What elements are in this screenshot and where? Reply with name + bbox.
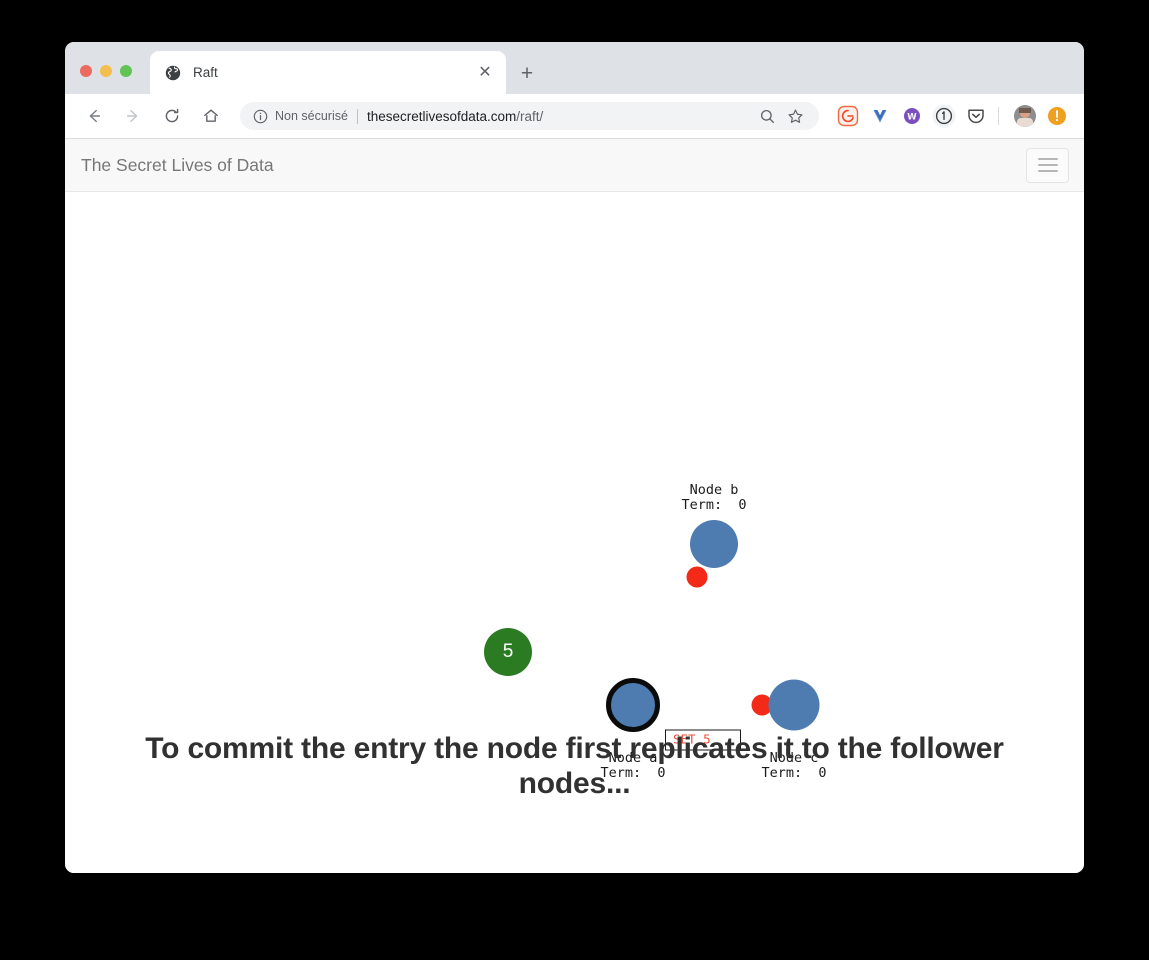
forward-arrow-icon: [118, 101, 148, 131]
browser-tab-raft[interactable]: Raft ✕: [150, 51, 506, 94]
node-b-circle[interactable]: [690, 520, 738, 568]
window-traffic-lights: [80, 65, 132, 77]
update-alert-icon[interactable]: [1044, 103, 1070, 129]
grammarly-extension-icon[interactable]: [835, 103, 861, 129]
node-b-term: Term: 0: [681, 496, 747, 513]
pocket-extension-icon[interactable]: [963, 103, 989, 129]
svg-text:W: W: [907, 113, 917, 123]
client-request-token: 5: [484, 628, 532, 676]
hamburger-bar: [1037, 170, 1058, 172]
page-content: Node b Term: 0 Node a Term: 0 Node c Term: …: [65, 192, 1084, 873]
tab-strip: Raft ✕ +: [65, 42, 1084, 94]
home-icon[interactable]: [196, 101, 226, 131]
star-icon[interactable]: [783, 104, 807, 128]
url-path: /raft/: [516, 108, 544, 124]
url-host: thesecretlivesofdata.com: [366, 108, 517, 124]
back-arrow-icon[interactable]: [79, 101, 109, 131]
node-c-circle[interactable]: [768, 679, 820, 731]
maximize-window-button[interactable]: [120, 65, 132, 77]
new-tab-button[interactable]: +: [514, 60, 540, 86]
navbar-toggle-button[interactable]: [1026, 147, 1069, 183]
site-navbar: The Secret Lives of Data: [65, 139, 1084, 192]
hamburger-bar: [1037, 158, 1058, 160]
browser-window: Raft ✕ + Non sécurisé thesecretlivesofda…: [65, 42, 1084, 873]
wp-extension-icon[interactable]: W: [899, 103, 925, 129]
search-zoom-icon[interactable]: [755, 104, 779, 128]
info-circle-icon[interactable]: [252, 109, 268, 124]
minimize-window-button[interactable]: [100, 65, 112, 77]
close-tab-button[interactable]: ✕: [474, 62, 496, 84]
url-text: thesecretlivesofdata.com/raft/: [367, 109, 751, 124]
omnibox-divider: [356, 108, 358, 124]
site-brand-link[interactable]: The Secret Lives of Data: [81, 155, 274, 176]
tab-title: Raft: [193, 65, 218, 80]
toolbar-divider: [998, 107, 999, 125]
yandex-extension-icon[interactable]: [867, 103, 893, 129]
close-window-button[interactable]: [80, 65, 92, 77]
client-request-value: 5: [502, 641, 514, 662]
profile-avatar[interactable]: [1012, 103, 1038, 129]
onepassword-extension-icon[interactable]: [931, 103, 957, 129]
narration-caption: To commit the entry the node first repli…: [145, 732, 1004, 800]
security-status-text: Non sécurisé: [275, 109, 348, 123]
node-b-label: Node b Term: 0: [681, 483, 746, 512]
node-a-circle-leader[interactable]: [606, 678, 660, 732]
address-bar[interactable]: Non sécurisé thesecretlivesofdata.com/ra…: [240, 102, 819, 130]
extensions-bar: W: [829, 103, 1084, 129]
node-b-heartbeat-dot: [686, 566, 708, 588]
raft-visualization: Node b Term: 0 Node a Term: 0 Node c Term: …: [65, 192, 1084, 780]
hamburger-bar: [1037, 164, 1058, 166]
reload-icon[interactable]: [157, 101, 187, 131]
globe-icon: [164, 64, 181, 81]
browser-toolbar: Non sécurisé thesecretlivesofdata.com/ra…: [65, 94, 1084, 139]
